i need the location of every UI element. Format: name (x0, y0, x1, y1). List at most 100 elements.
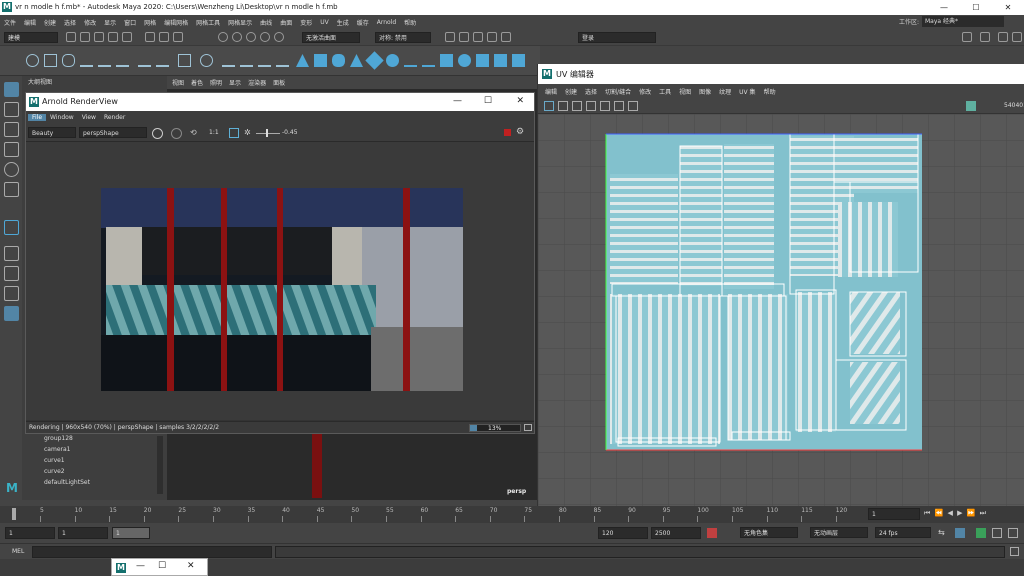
menu-deform[interactable]: 变形 (296, 18, 316, 27)
menu-curves[interactable]: 曲线 (256, 18, 276, 27)
uv-grid-icon[interactable] (544, 101, 554, 111)
outliner-item[interactable]: curve2 (44, 468, 65, 475)
snap-point-icon[interactable] (246, 32, 256, 42)
undo-icon[interactable] (108, 32, 118, 42)
script-editor-icon[interactable] (1010, 547, 1019, 556)
cache-playback-icon[interactable] (955, 528, 965, 538)
end-time-field[interactable]: 2500 (651, 527, 701, 539)
mel-input[interactable] (32, 546, 272, 558)
outliner-tab[interactable]: 大纲视图 (28, 77, 52, 86)
snap-grid-icon[interactable] (218, 32, 228, 42)
menu-edit-mesh[interactable]: 编辑网格 (160, 18, 192, 27)
menu-edit[interactable]: 编辑 (20, 18, 40, 27)
snap-curve-icon[interactable] (232, 32, 242, 42)
ipr-render-icon[interactable] (459, 32, 469, 42)
status-icon[interactable] (524, 424, 532, 431)
mel-label[interactable]: MEL (12, 548, 24, 555)
outliner-item[interactable]: curve1 (44, 457, 65, 464)
menu-mesh-display[interactable]: 网格显示 (224, 18, 256, 27)
uv-menu-view[interactable]: 视图 (675, 87, 695, 96)
uv-menu-help[interactable]: 帮助 (760, 87, 780, 96)
poly-sphere-icon[interactable] (26, 54, 39, 67)
menu-mesh-tools[interactable]: 网格工具 (192, 18, 224, 27)
curve-draw-icon[interactable] (4, 220, 19, 235)
planar-icon[interactable] (276, 54, 289, 67)
select-hierarchy-icon[interactable] (145, 32, 155, 42)
stop-render-icon[interactable] (504, 129, 511, 136)
auto-key-icon[interactable] (707, 528, 717, 538)
mirror-icon[interactable] (512, 54, 525, 67)
playback-end-field[interactable]: 120 (598, 527, 648, 539)
settings-icon[interactable] (1008, 528, 1018, 538)
two-view-icon[interactable] (4, 286, 19, 301)
uv-menu-select[interactable]: 选择 (581, 87, 601, 96)
vp-menu-show[interactable]: 显示 (229, 78, 241, 87)
redo-icon[interactable] (122, 32, 132, 42)
character-set-dropdown[interactable]: 无角色集 (740, 527, 798, 538)
poly-cube-icon[interactable] (44, 54, 57, 67)
minimize-button[interactable]: — (453, 96, 462, 106)
live-surface-field[interactable]: 无激活曲面 (302, 32, 360, 43)
extrude-face-icon[interactable] (440, 54, 453, 67)
vp-menu-panels[interactable]: 面板 (273, 78, 285, 87)
uv-texture-icon[interactable] (572, 101, 582, 111)
camera-dropdown[interactable]: perspShape (79, 127, 147, 138)
tool-settings-icon[interactable] (1012, 32, 1022, 42)
lasso-tool-icon[interactable] (4, 102, 19, 117)
combine-icon[interactable] (476, 54, 489, 67)
loop-icon[interactable]: ⇆ (938, 528, 945, 537)
current-frame-field[interactable]: 1 (868, 508, 920, 520)
uv-menu-modify[interactable]: 修改 (635, 87, 655, 96)
exposure-slider-handle[interactable] (266, 129, 268, 137)
workspace-dropdown[interactable]: Maya 经典* (922, 16, 1004, 27)
playback-controls[interactable]: ⏮ ⏪ ◀ ▶ ⏩ ⏭ (924, 509, 987, 518)
pencil-curve-icon[interactable] (116, 54, 129, 67)
arc-tool-icon[interactable] (138, 54, 151, 67)
minimized-window[interactable]: M — ☐ ✕ (111, 558, 208, 576)
rv-menu-file[interactable]: File (28, 114, 47, 121)
refresh-icon[interactable]: ⟲ (190, 128, 197, 137)
poly-cylinder-solid-icon[interactable] (332, 54, 345, 67)
uv-checker-icon[interactable] (586, 101, 596, 111)
playback-start-field[interactable]: 1 (58, 527, 108, 539)
move-tool-icon[interactable] (4, 142, 19, 157)
attribute-editor-icon[interactable] (980, 32, 990, 42)
vp-menu-renderer[interactable]: 渲染器 (248, 78, 266, 87)
render-view-icon[interactable] (501, 32, 511, 42)
single-view-icon[interactable] (4, 246, 19, 261)
vp-menu-shading[interactable]: 着色 (191, 78, 203, 87)
revolve-icon[interactable] (240, 54, 253, 67)
settings-gear-icon[interactable]: ⚙ (516, 127, 524, 137)
menu-windows[interactable]: 窗口 (120, 18, 140, 27)
channel-box-icon[interactable] (998, 32, 1008, 42)
menu-display[interactable]: 显示 (100, 18, 120, 27)
new-scene-icon[interactable] (66, 32, 76, 42)
minimize-button[interactable]: — (928, 0, 960, 15)
modeling-toolkit-icon[interactable] (962, 32, 972, 42)
render-icon[interactable] (152, 128, 163, 139)
cv-tool-icon[interactable] (156, 54, 169, 67)
poly-diamond-icon[interactable] (365, 51, 384, 70)
fps-dropdown[interactable]: 24 fps (875, 527, 931, 538)
uv-menu-textures[interactable]: 纹理 (715, 87, 735, 96)
poly-torus-icon[interactable] (386, 54, 399, 67)
uv-distortion-icon[interactable] (600, 101, 610, 111)
menu-file[interactable]: 文件 (0, 18, 20, 27)
outliner-layout-icon[interactable] (4, 306, 19, 321)
poly-cone-icon[interactable] (296, 54, 309, 67)
render-settings-icon[interactable] (473, 32, 483, 42)
anim-layer-dropdown[interactable]: 无动画层 (810, 527, 868, 538)
paint-select-icon[interactable] (4, 122, 19, 137)
symmetry-dropdown[interactable]: 对称: 禁用 (375, 32, 431, 43)
four-view-icon[interactable] (4, 266, 19, 281)
bridge-icon[interactable] (404, 54, 417, 67)
outliner-item[interactable]: camera1 (44, 446, 70, 453)
scale-tool-icon[interactable] (4, 182, 19, 197)
snap-view-icon[interactable] (260, 32, 270, 42)
sound-icon[interactable] (976, 528, 986, 538)
snap-surface-icon[interactable] (274, 32, 284, 42)
close-button[interactable]: ✕ (992, 0, 1024, 15)
close-button[interactable]: ✕ (516, 96, 524, 106)
anim-prefs-icon[interactable] (992, 528, 1002, 538)
select-component-icon[interactable] (173, 32, 183, 42)
